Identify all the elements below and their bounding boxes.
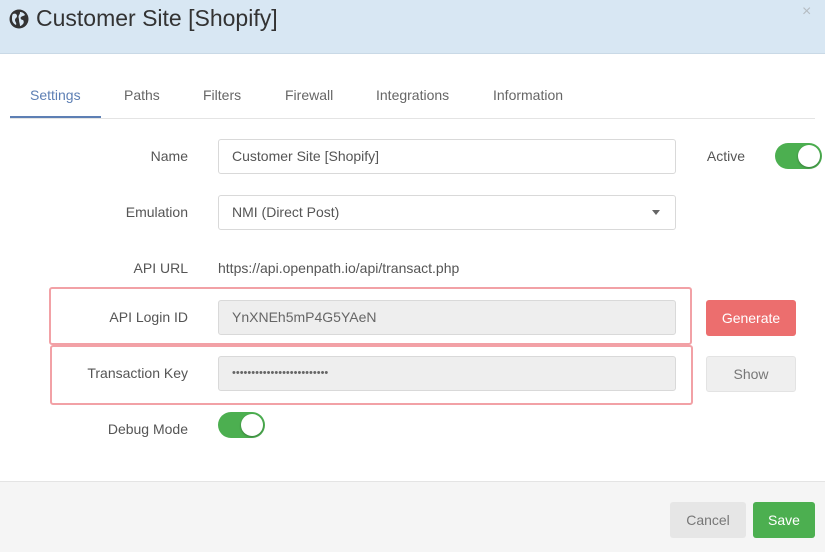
api-url-label: API URL: [133, 260, 188, 276]
emulation-label: Emulation: [125, 204, 188, 220]
modal-title: Customer Site [Shopify]: [36, 5, 278, 31]
toggle-knob: [798, 145, 820, 167]
tab-bar: Settings Paths Filters Firewall Integrat…: [10, 78, 815, 119]
save-button[interactable]: Save: [753, 502, 815, 538]
chevron-down-icon: [652, 210, 660, 215]
debug-mode-toggle[interactable]: [218, 412, 265, 438]
tab-paths[interactable]: Paths: [124, 87, 160, 103]
tab-integrations[interactable]: Integrations: [376, 87, 449, 103]
tab-filters[interactable]: Filters: [203, 87, 241, 103]
active-toggle[interactable]: [775, 143, 822, 169]
emulation-selected-value: NMI (Direct Post): [232, 204, 340, 220]
active-tab-indicator: [10, 116, 101, 118]
active-label: Active: [706, 148, 745, 164]
globe-icon: [9, 9, 29, 29]
tab-firewall[interactable]: Firewall: [285, 87, 333, 103]
tab-information[interactable]: Information: [493, 87, 563, 103]
emulation-select[interactable]: NMI (Direct Post): [218, 195, 676, 230]
name-label: Name: [150, 148, 188, 164]
api-url-value: https://api.openpath.io/api/transact.php: [218, 260, 460, 276]
highlight-transaction-key: [50, 345, 693, 405]
toggle-knob: [241, 414, 263, 436]
show-button[interactable]: Show: [706, 356, 796, 392]
highlight-api-login: [49, 287, 692, 345]
close-icon[interactable]: ×: [802, 3, 811, 21]
debug-mode-label: Debug Mode: [107, 421, 188, 437]
modal-header: Customer Site [Shopify] ×: [0, 0, 825, 54]
modal-footer: Cancel Save: [0, 481, 825, 552]
tab-settings[interactable]: Settings: [30, 87, 81, 103]
cancel-button[interactable]: Cancel: [670, 502, 746, 538]
generate-button[interactable]: Generate: [706, 300, 796, 336]
